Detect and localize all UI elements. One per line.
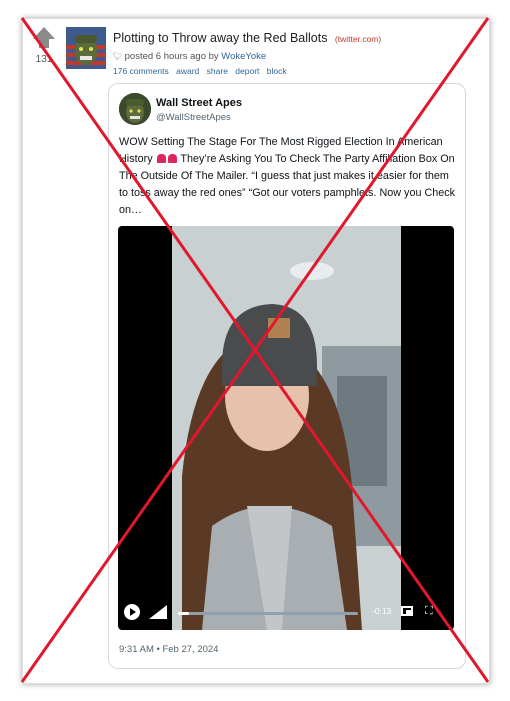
rotating-light-icon [167,154,177,163]
tweet-author-name[interactable]: Wall Street Apes [156,97,242,109]
post-header: Plotting to Throw away the Red Ballots (… [113,29,483,76]
share-link[interactable]: share [207,66,228,76]
post-meta-prefix: posted 6 hours ago by [124,51,219,62]
post-author[interactable]: WokeYoke [221,51,266,62]
post-score: 131 [35,54,53,65]
video-controls: -0:13 ⛶ [118,596,454,630]
volume-icon[interactable] [149,605,167,619]
video-progress[interactable] [178,612,358,615]
post-thumbnail[interactable] [66,27,106,69]
video-frame [172,226,401,630]
tweet-author-handle[interactable]: @WallStreetApes [156,112,231,123]
post-meta: 🐦︎ posted 6 hours ago by WokeYoke [113,51,483,62]
video-time: -0:13 [372,606,392,616]
block-link[interactable]: block [267,66,287,76]
avatar[interactable] [119,93,151,125]
tweet-text: WOW Setting The Stage For The Most Rigge… [119,134,459,219]
tweet-video[interactable]: -0:13 ⛶ [118,226,454,630]
comments-link[interactable]: 176 comments [113,66,169,76]
fullscreen-icon[interactable]: ⛶ [425,606,435,617]
upvote-arrow-icon[interactable] [29,27,59,48]
rotating-light-icon [156,154,166,163]
post-card: 131 Plotting to Throw away the Red Ballo… [22,18,490,684]
tweet-date[interactable]: 9:31 AM • Feb 27, 2024 [119,644,218,655]
deport-link[interactable]: deport [235,66,259,76]
picture-in-picture-icon[interactable] [401,606,413,616]
post-title[interactable]: Plotting to Throw away the Red Ballots [113,31,327,45]
vote-widget: 131 [29,27,59,65]
embedded-tweet[interactable]: Wall Street Apes @WallStreetApes WOW Set… [108,83,466,669]
award-link[interactable]: award [176,66,199,76]
twitter-bird-icon: 🐦︎ [113,52,124,61]
play-icon[interactable] [124,604,140,620]
post-domain[interactable]: (twitter.com) [335,34,381,44]
video-progress-fill [178,612,189,615]
post-actions: 176 comments award share deport block [113,66,483,76]
